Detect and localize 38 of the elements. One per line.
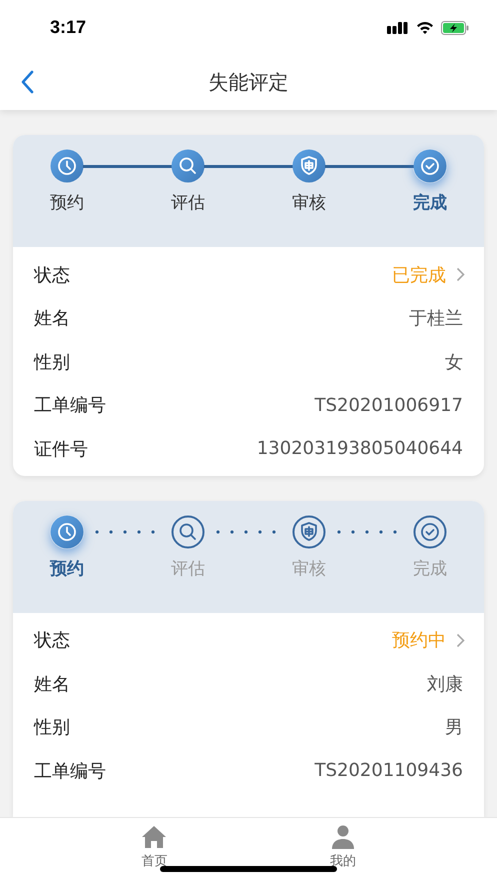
field-label: 性别 <box>34 716 71 740</box>
field-label: 状态 <box>34 629 71 652</box>
step-label: 评估 <box>170 192 206 214</box>
record-card[interactable]: 预约 评估 审核 完成 状态 已完成 姓名 于桂兰 性别 女 工单编号 TS20201006917 证件号 130203193805040644 <box>13 135 484 476</box>
field-label: 性别 <box>34 350 71 374</box>
step-label: 预约 <box>48 558 85 580</box>
field-label: 工单编号 <box>34 760 107 783</box>
wifi-icon <box>416 21 434 34</box>
step-label: 审核 <box>291 192 327 214</box>
field-label: 状态 <box>34 264 71 287</box>
page-title: 失能评定 <box>208 69 288 96</box>
field-value: 刘康 <box>427 672 463 696</box>
field-value: 女 <box>445 350 463 374</box>
person-icon <box>330 824 356 850</box>
back-icon[interactable] <box>20 70 34 94</box>
field-label: 姓名 <box>34 672 71 696</box>
field-value: TS20201006917 <box>314 394 463 416</box>
battery-icon <box>441 20 469 34</box>
field-value: 于桂兰 <box>409 307 463 330</box>
field-label: 证件号 <box>34 438 89 461</box>
home-icon <box>141 824 168 850</box>
field-label: 工单编号 <box>34 394 107 418</box>
signal-icon <box>387 22 409 34</box>
chevron-right-icon[interactable] <box>456 632 465 648</box>
step-label: 评估 <box>170 558 206 580</box>
tab-item[interactable]: 我的 <box>312 824 373 876</box>
field-value: 男 <box>445 716 463 740</box>
field-value: TS20201109436 <box>314 760 463 782</box>
step-label: 完成 <box>412 558 448 580</box>
tab-item[interactable]: 首页 <box>124 824 184 876</box>
field-label: 姓名 <box>34 307 71 330</box>
record-card[interactable]: 预约 评估 审核 完成 状态 预约中 姓名 刘康 性别 男 工单编号 TS20201109436 <box>13 500 484 817</box>
status-time: 3:17 <box>50 17 86 38</box>
step-label: 预约 <box>49 192 85 214</box>
step-label: 完成 <box>412 192 448 214</box>
chevron-right-icon[interactable] <box>456 267 465 282</box>
step-label: 审核 <box>291 558 327 580</box>
field-value: 130203193805040644 <box>256 438 463 460</box>
